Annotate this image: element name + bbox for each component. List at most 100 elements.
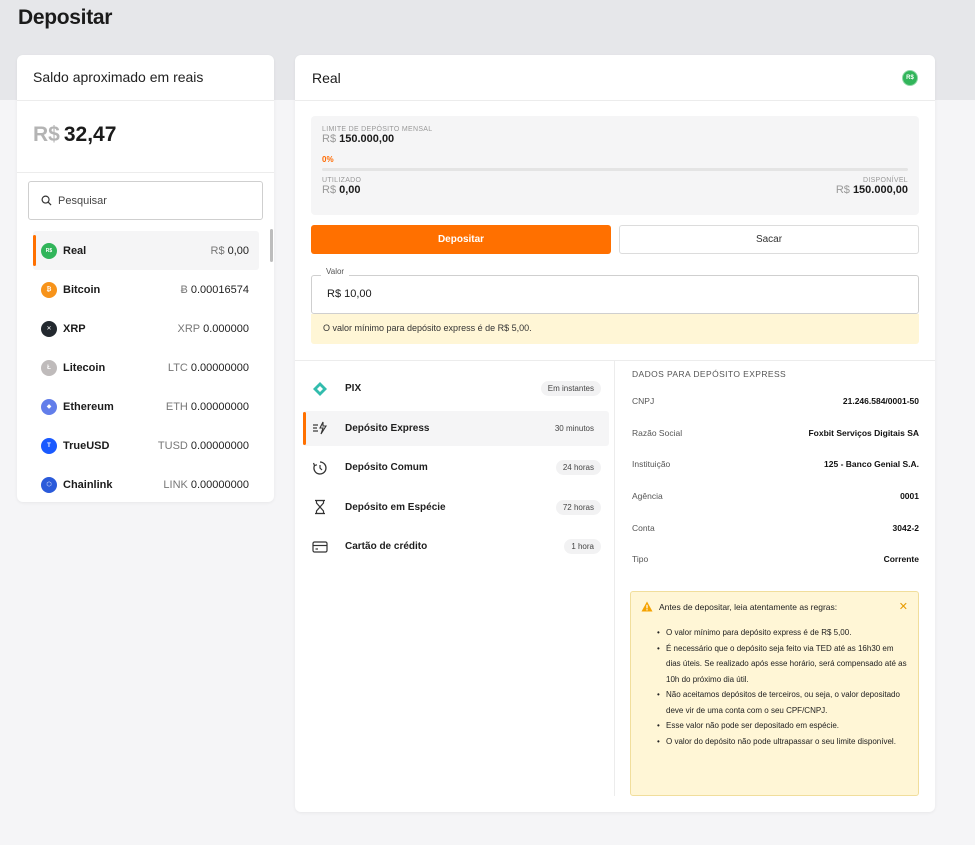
asset-unit: TUSD bbox=[157, 439, 188, 452]
amount-label: Valor bbox=[321, 267, 350, 276]
search-input[interactable]: Pesquisar bbox=[28, 181, 263, 220]
available-amount: R$ 150.000,00 bbox=[836, 184, 908, 196]
asset-name: Bitcoin bbox=[63, 283, 101, 296]
deposit-card: Real R$ LIMITE DE DEPÓSITO MENSAL R$ 150… bbox=[295, 55, 935, 812]
asset-amount: 0.00000000 bbox=[190, 400, 249, 413]
deposit-card-header: Real R$ bbox=[295, 55, 935, 101]
asset-item-trueusd[interactable]: T TrueUSD TUSD 0.00000000 bbox=[33, 426, 259, 465]
details-key: Agência bbox=[632, 491, 663, 502]
real-icon: R$ bbox=[902, 69, 918, 86]
close-icon[interactable]: ✕ bbox=[899, 600, 908, 613]
asset-unit: LINK bbox=[163, 478, 188, 491]
selected-currency-title: Real bbox=[312, 69, 341, 86]
asset-unit: LTC bbox=[167, 361, 188, 374]
asset-balance: R$ 0,00 bbox=[211, 245, 249, 257]
rule-item: O valor mínimo para depósito express é d… bbox=[657, 625, 908, 641]
details-key: Instituição bbox=[632, 459, 671, 470]
asset-amount: 0.00000000 bbox=[190, 439, 249, 452]
details-value: Foxbit Serviços Digitais SA bbox=[808, 427, 919, 438]
details-value: 3042-2 bbox=[892, 522, 919, 533]
credit-card-icon bbox=[311, 538, 329, 556]
asset-item-real[interactable]: R$ Real R$ 0,00 bbox=[33, 231, 259, 270]
deposit-method-4[interactable]: Depósito em Espécie 72 horas bbox=[303, 490, 609, 525]
method-time-badge: 72 horas bbox=[555, 499, 601, 515]
asset-unit: XRP bbox=[177, 322, 201, 335]
method-time-badge: 30 minutos bbox=[554, 423, 594, 433]
asset-item-bitcoin[interactable]: ₿ Bitcoin Ƀ 0.00016574 bbox=[33, 270, 259, 309]
details-key: Tipo bbox=[632, 554, 649, 565]
used-unit: R$ bbox=[322, 184, 337, 196]
balance-value: 32,47 bbox=[63, 123, 117, 146]
deposit-method-2[interactable]: Depósito Express 30 minutos bbox=[303, 410, 609, 446]
details-title: DADOS PARA DEPÓSITO EXPRESS bbox=[632, 369, 787, 379]
details-value: Corrente bbox=[883, 554, 919, 565]
asset-list-scrollbar[interactable] bbox=[270, 229, 273, 262]
asset-item-chainlink[interactable]: ⬡ Chainlink LINK 0.00000000 bbox=[33, 465, 259, 502]
details-value: 21.246.584/0001-50 bbox=[842, 396, 919, 406]
asset-amount: 0.00000000 bbox=[190, 478, 249, 491]
search-placeholder: Pesquisar bbox=[58, 194, 107, 207]
asset-list: R$ Real R$ 0,00 ₿ Bitcoin Ƀ 0.00016574 ✕ XRP XRP 0.… bbox=[17, 231, 274, 502]
asset-amount: 0,00 bbox=[227, 244, 249, 257]
deposit-method-list: PIX Em instantes Depósito Express 30 minuto… bbox=[303, 371, 609, 569]
limit-progress-bar bbox=[322, 168, 908, 171]
rules-title: Antes de depositar, leia atentamente as … bbox=[659, 601, 838, 612]
method-name: Depósito Express bbox=[345, 422, 430, 434]
rules-header: Antes de depositar, leia atentamente as … bbox=[641, 601, 908, 612]
bitcoin-icon: ₿ bbox=[41, 281, 57, 298]
details-row: CNPJ 21.246.584/0001-50 bbox=[632, 396, 919, 428]
withdraw-button[interactable]: Sacar bbox=[619, 225, 919, 254]
details-value: 0001 bbox=[900, 491, 919, 502]
asset-unit: ETH bbox=[165, 400, 188, 413]
balance-card: Saldo aproximado em reais R$ 32,47 Pesqui… bbox=[17, 55, 274, 502]
asset-balance: LINK 0.00000000 bbox=[163, 479, 249, 491]
deposit-method-1[interactable]: PIX Em instantes bbox=[303, 371, 609, 406]
asset-name: Chainlink bbox=[63, 478, 113, 491]
express-icon bbox=[311, 419, 329, 437]
deposit-method-5[interactable]: Cartão de crédito 1 hora bbox=[303, 529, 609, 564]
limit-used-available: UTILIZADO R$ 0,00 DISPONÍVEL R$ 150.000,… bbox=[322, 177, 908, 196]
asset-unit: R$ bbox=[210, 244, 225, 257]
pix-icon bbox=[311, 380, 329, 398]
asset-item-ethereum[interactable]: ◆ Ethereum ETH 0.00000000 bbox=[33, 387, 259, 426]
asset-balance: XRP 0.000000 bbox=[177, 323, 249, 335]
asset-unit: Ƀ bbox=[180, 283, 188, 296]
litecoin-icon: Ł bbox=[41, 359, 57, 376]
used-amount: R$ 0,00 bbox=[322, 184, 361, 196]
chainlink-icon: ⬡ bbox=[41, 476, 57, 493]
rules-list: O valor mínimo para depósito express é d… bbox=[641, 625, 908, 749]
asset-item-litecoin[interactable]: Ł Litecoin LTC 0.00000000 bbox=[33, 348, 259, 387]
deposit-button[interactable]: Depositar bbox=[311, 225, 611, 254]
method-name: Depósito Comum bbox=[345, 462, 428, 473]
asset-name: TrueUSD bbox=[63, 439, 110, 452]
deposit-method-3[interactable]: Depósito Comum 24 horas bbox=[303, 450, 609, 485]
details-value: 125 - Banco Genial S.A. bbox=[824, 459, 919, 470]
limit-percent: 0% bbox=[322, 155, 334, 164]
clock-icon bbox=[311, 459, 329, 477]
asset-name: XRP bbox=[63, 322, 86, 335]
section-divider bbox=[295, 360, 935, 361]
asset-balance: TUSD 0.00000000 bbox=[158, 440, 249, 452]
method-time-badge: 24 horas bbox=[555, 460, 601, 475]
details-key: Razão Social bbox=[632, 427, 683, 438]
asset-amount: 0.000000 bbox=[203, 322, 249, 335]
details-key: CNPJ bbox=[632, 396, 655, 406]
amount-input[interactable]: R$ 10,00 bbox=[311, 275, 919, 314]
real-icon: R$ bbox=[41, 242, 57, 259]
method-time-badge: 1 hora bbox=[564, 539, 601, 554]
details-row: Agência 0001 bbox=[632, 491, 919, 523]
rule-item: É necessário que o depósito seja feito v… bbox=[657, 641, 908, 688]
balance-currency: R$ bbox=[33, 123, 60, 146]
method-name: Depósito em Espécie bbox=[345, 501, 446, 513]
limit-total-value: 150.000,00 bbox=[339, 133, 395, 145]
limit-total-unit: R$ bbox=[322, 133, 337, 145]
asset-item-xrp[interactable]: ✕ XRP XRP 0.000000 bbox=[33, 309, 259, 348]
method-time-badge: Em instantes bbox=[540, 381, 601, 396]
page-title: Depositar bbox=[18, 6, 113, 29]
rule-item: Não aceitamos depósitos de terceiros, ou… bbox=[657, 687, 908, 718]
minimum-amount-note: O valor mínimo para depósito express é d… bbox=[311, 314, 919, 344]
details-row: Tipo Corrente bbox=[632, 554, 919, 586]
express-deposit-details: DADOS PARA DEPÓSITO EXPRESS CNPJ 21.246.5… bbox=[632, 369, 919, 586]
warning-icon bbox=[641, 601, 653, 612]
used-value: 0,00 bbox=[339, 184, 361, 196]
